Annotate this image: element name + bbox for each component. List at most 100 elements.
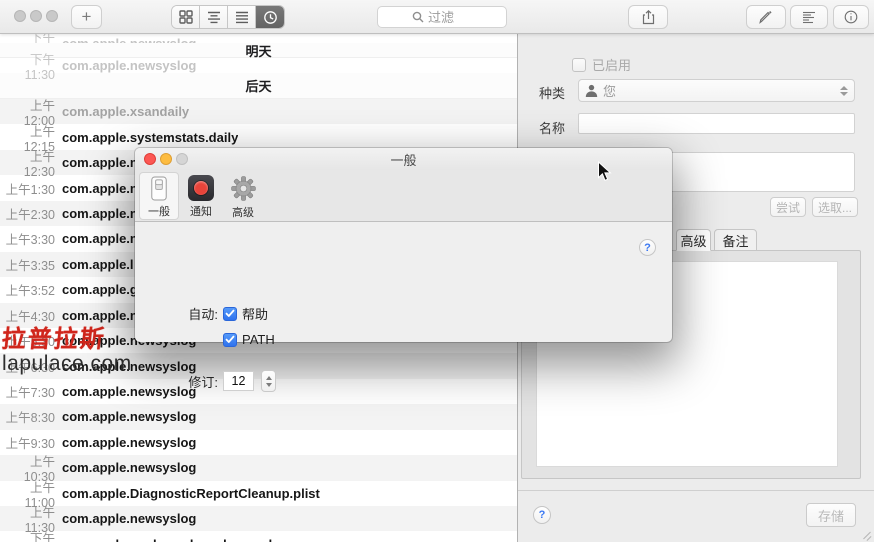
- job-name: com.apple.newsyslog: [62, 460, 196, 475]
- log-button[interactable]: [790, 5, 828, 29]
- job-name: com.apple.n: [62, 308, 138, 323]
- job-time: 上午3:30: [0, 229, 62, 248]
- job-time: 上午1:30: [0, 179, 62, 198]
- light-switch-icon: [150, 176, 168, 201]
- revision-stepper[interactable]: [261, 370, 276, 392]
- path-checkbox[interactable]: [223, 333, 237, 347]
- job-time: 上午2:30: [0, 204, 62, 223]
- auto-label: 自动:: [135, 304, 218, 323]
- job-name: com.apple.newsyslog: [62, 435, 196, 450]
- list-item[interactable]: 上午9:30 com.apple.newsyslog: [0, 430, 517, 455]
- job-name: com.apple.xsandaily: [62, 104, 189, 119]
- tab-notes[interactable]: 备注: [714, 229, 757, 251]
- job-time: 上午3:52: [0, 280, 62, 299]
- filter-search-field[interactable]: [377, 6, 507, 28]
- dialog-toolbar: 一般 通知 高级: [135, 170, 672, 222]
- job-time: 上午8:30: [0, 407, 62, 426]
- list-item[interactable]: 下午11:30 com.apple.newsyslog: [0, 58, 517, 73]
- job-name: com.apple.n: [62, 181, 138, 196]
- dialog-title: 一般: [390, 150, 416, 169]
- path-checkbox-label: PATH: [242, 332, 275, 347]
- job-name: com.apple.g: [62, 282, 138, 297]
- list-item[interactable]: 上午12:00 com.apple.xsandaily: [0, 99, 517, 124]
- checkmark-icon: [225, 309, 235, 318]
- list-item[interactable]: 上午12:15 com.apple.systemstats.daily: [0, 124, 517, 149]
- panel-separator: [518, 490, 874, 491]
- dialog-minimize-button[interactable]: [160, 153, 172, 165]
- edit-job-button[interactable]: [746, 5, 786, 29]
- zoom-window-button[interactable]: [46, 10, 58, 22]
- info-icon: [844, 10, 858, 24]
- share-icon: [642, 10, 655, 25]
- choose-button[interactable]: 选取...: [812, 197, 858, 217]
- list-item[interactable]: 下午12:00 com.apple.appleseed.seedusaged: [0, 531, 517, 542]
- job-time: 上午6:30: [0, 357, 62, 376]
- dialog-close-button[interactable]: [144, 153, 156, 165]
- name-input[interactable]: [578, 113, 855, 134]
- job-name: com.apple.n: [62, 206, 138, 221]
- dialog-content: 自动: 帮助 PATH 修订: 12: [135, 222, 672, 342]
- preferences-dialog: 一般 一般 通知: [135, 148, 672, 342]
- list-centered-view-icon[interactable]: [200, 6, 228, 28]
- list-item[interactable]: 上午11:00 com.apple.DiagnosticReportCleanu…: [0, 481, 517, 506]
- revision-label: 修订:: [135, 372, 218, 391]
- job-name: com.apple.appleseed.seedusaged: [62, 537, 272, 542]
- job-name: com.apple.l: [62, 257, 134, 272]
- pencil-icon: [759, 10, 773, 24]
- search-input[interactable]: [428, 10, 472, 25]
- save-button[interactable]: 存储: [806, 503, 856, 527]
- list-item[interactable]: 上午8:30 com.apple.newsyslog: [0, 404, 517, 429]
- checkmark-icon: [225, 335, 235, 344]
- job-time: 上午5:30: [0, 331, 62, 350]
- dialog-zoom-button: [176, 153, 188, 165]
- panel-help-button[interactable]: ?: [533, 506, 551, 524]
- job-name: com.apple.systemstats.daily: [62, 130, 238, 145]
- job-time: 上午4:30: [0, 306, 62, 325]
- enabled-label: 已启用: [592, 55, 631, 74]
- search-icon: [412, 11, 424, 23]
- help-checkbox[interactable]: [223, 307, 237, 321]
- kind-label: 种类: [539, 83, 565, 102]
- tab-advanced-prefs[interactable]: 高级: [223, 172, 263, 220]
- view-mode-segmented-control: [171, 5, 285, 29]
- job-time: 上午7:30: [0, 382, 62, 401]
- minimize-window-button[interactable]: [30, 10, 42, 22]
- schedule-view-icon[interactable]: [256, 6, 284, 28]
- add-job-button[interactable]: +: [71, 5, 102, 29]
- section-header-tomorrow: 明天: [0, 43, 517, 58]
- notification-icon: [188, 175, 214, 201]
- tab-general[interactable]: 一般: [139, 172, 179, 220]
- list-view-icon[interactable]: [228, 6, 256, 28]
- name-label: 名称: [539, 118, 565, 137]
- job-name: com.apple.n: [62, 155, 138, 170]
- person-icon: [585, 84, 598, 97]
- close-window-button[interactable]: [14, 10, 26, 22]
- log-lines-icon: [802, 11, 816, 24]
- list-item[interactable]: 上午10:30 com.apple.newsyslog: [0, 455, 517, 480]
- share-button[interactable]: [628, 5, 668, 29]
- job-name: com.apple.newsyslog: [62, 511, 196, 526]
- tab-advanced[interactable]: 高级: [676, 229, 711, 251]
- gear-icon: [230, 175, 257, 202]
- info-button[interactable]: [833, 5, 869, 29]
- app-window: +: [0, 0, 874, 542]
- grid-view-icon[interactable]: [172, 6, 200, 28]
- help-checkbox-label: 帮助: [242, 304, 268, 323]
- chevron-up-down-icon: [840, 86, 848, 96]
- dialog-help-button[interactable]: ?: [639, 239, 656, 256]
- kind-selected-value: 您: [603, 81, 835, 100]
- dialog-title-bar[interactable]: 一般: [135, 148, 672, 170]
- job-time: 上午9:30: [0, 433, 62, 452]
- resize-grip[interactable]: [861, 529, 872, 540]
- tab-notifications[interactable]: 通知: [181, 172, 221, 220]
- revision-input[interactable]: 12: [223, 371, 254, 391]
- list-item[interactable]: 上午11:30 com.apple.newsyslog: [0, 506, 517, 531]
- kind-popup-button[interactable]: 您: [578, 79, 855, 102]
- enabled-checkbox[interactable]: [572, 58, 586, 72]
- try-button[interactable]: 尝试: [770, 197, 806, 217]
- section-header-day-after-tomorrow: 后天: [0, 73, 517, 99]
- job-name: com.apple.DiagnosticReportCleanup.plist: [62, 486, 320, 501]
- job-time: 上午12:30: [0, 146, 62, 179]
- job-time: 下午12:00: [0, 528, 62, 542]
- main-toolbar: +: [0, 0, 874, 34]
